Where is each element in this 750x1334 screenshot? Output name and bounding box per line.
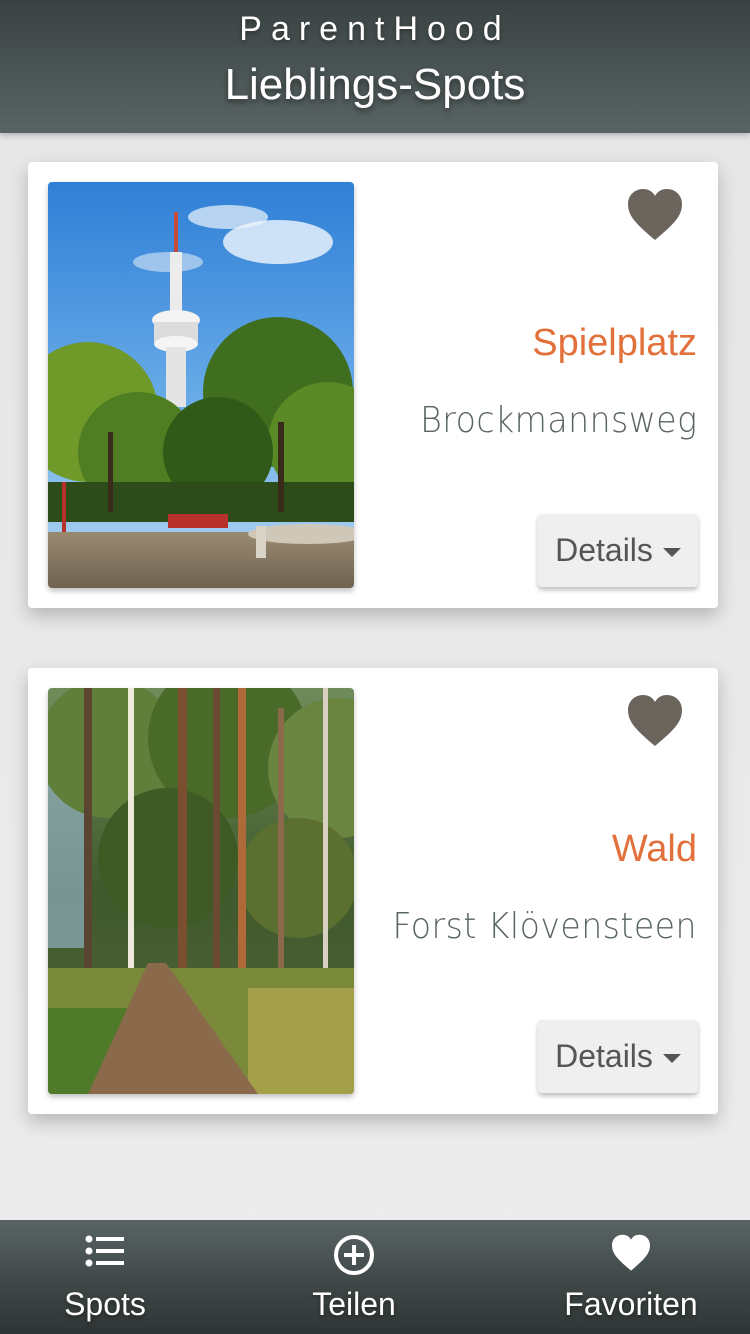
details-button[interactable]: Details: [538, 514, 698, 587]
spot-card-spielplatz[interactable]: Spielplatz Brockmannsweg Details: [28, 162, 718, 608]
nav-label: Favoriten: [564, 1286, 698, 1322]
nav-label: Spots: [64, 1286, 146, 1322]
caret-down-icon: [662, 548, 681, 557]
details-button[interactable]: Details: [538, 1020, 698, 1093]
list-icon: [85, 1234, 125, 1275]
tv-tower-park-photo: [48, 182, 354, 588]
heart-icon: [610, 1234, 652, 1277]
nav-item-favoriten[interactable]: Favoriten: [548, 1220, 714, 1334]
plus-circle-icon: [333, 1234, 375, 1281]
details-label: Details: [555, 532, 653, 568]
spot-title: Spielplatz: [532, 322, 697, 364]
favorite-heart-icon[interactable]: [626, 694, 684, 748]
nav-label: Teilen: [312, 1286, 396, 1322]
spot-card-wald[interactable]: Wald Forst Klövensteen Details: [28, 668, 718, 1114]
spot-location: Brockmannsweg: [419, 400, 697, 441]
favorite-heart-icon[interactable]: [626, 188, 684, 242]
app-root: ParentHood Lieblings-Spots Spielplatz Br…: [0, 0, 750, 1334]
nav-item-spots[interactable]: Spots: [40, 1220, 170, 1334]
details-label: Details: [555, 1038, 653, 1074]
bottom-navigation: Spots Teilen Favoriten: [0, 1220, 750, 1334]
spot-title: Wald: [611, 828, 697, 870]
spot-photo-spielplatz[interactable]: [48, 182, 354, 588]
forest-path-photo: [48, 688, 354, 1094]
spot-location: Forst Klövensteen: [392, 906, 697, 947]
caret-down-icon: [662, 1054, 681, 1063]
nav-item-teilen[interactable]: Teilen: [288, 1220, 420, 1334]
spot-photo-wald[interactable]: [48, 688, 354, 1094]
brand-name: ParentHood: [239, 10, 511, 48]
app-header: ParentHood Lieblings-Spots: [0, 0, 750, 133]
page-title: Lieblings-Spots: [224, 60, 526, 109]
